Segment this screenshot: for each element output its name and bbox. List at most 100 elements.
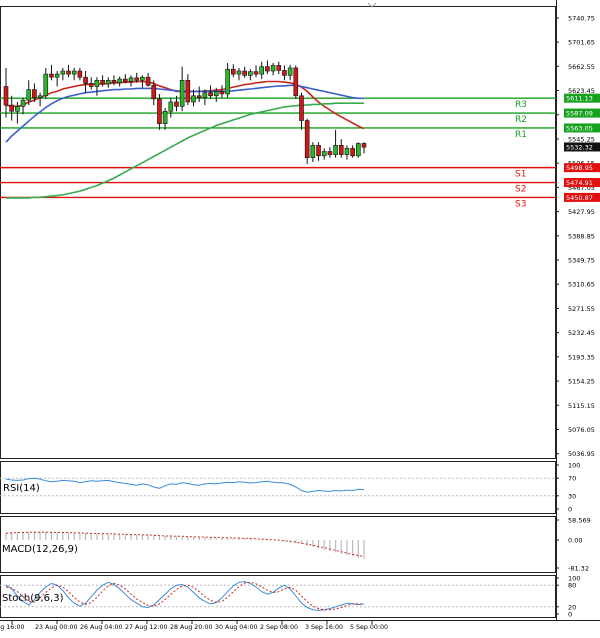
candle-body xyxy=(231,68,236,75)
candle-body xyxy=(134,77,139,81)
time-tick-label: 3 Sep 16:00 xyxy=(305,624,343,631)
macd-tick-label: 58.569 xyxy=(568,517,591,525)
candle-body xyxy=(100,80,105,85)
candle-body xyxy=(236,70,242,75)
level-price-label-s3: 5450.87 xyxy=(566,194,593,202)
level-name-s1: S1 xyxy=(515,170,526,180)
price-tick-label: 5388.85 xyxy=(568,232,595,240)
time-tick-label: 28 Aug 20:00 xyxy=(170,624,212,631)
level-name-r1: R1 xyxy=(515,130,527,140)
candle-body xyxy=(321,151,327,157)
price-tick-label: 5076.05 xyxy=(568,426,595,434)
candle-body xyxy=(248,71,253,76)
candle-body xyxy=(32,89,37,98)
trading-chart: 5740.755701.655662.555623.455584.355545.… xyxy=(0,0,600,631)
candle-body xyxy=(49,73,54,78)
time-tick-label: 30 Aug 04:00 xyxy=(215,624,257,631)
price-tick-label: 5036.95 xyxy=(568,450,595,458)
candle-body xyxy=(225,68,230,95)
level-price-label-s1: 5498.95 xyxy=(566,164,593,172)
candle-body xyxy=(66,70,71,75)
candle-body xyxy=(208,92,213,97)
candle-body xyxy=(43,73,49,97)
candle-body xyxy=(145,76,151,86)
candle-body xyxy=(105,80,111,85)
price-tick-label: 5310.65 xyxy=(568,281,595,289)
candle-body xyxy=(162,110,168,124)
candle-body xyxy=(333,145,338,155)
candle-body xyxy=(123,78,128,82)
candle-body xyxy=(213,91,219,97)
candle-body xyxy=(259,66,265,75)
candle-body xyxy=(185,80,191,103)
panel-frame-rsi xyxy=(0,461,556,514)
candle-body xyxy=(316,145,321,157)
time-tick-label: 23 Aug 00:00 xyxy=(35,624,77,631)
candle-body xyxy=(117,78,122,84)
candle-body xyxy=(179,80,185,107)
price-tick-label: 5349.75 xyxy=(568,257,595,265)
candle-body xyxy=(26,89,32,101)
current-price-label: 5532.32 xyxy=(566,143,593,151)
level-price-label-r3: 5611.13 xyxy=(566,95,593,103)
candle-body xyxy=(219,91,225,95)
candle-body xyxy=(282,70,287,76)
candle-body xyxy=(338,145,344,155)
level-name-s3: S3 xyxy=(515,199,526,209)
panel-frame-macd xyxy=(0,516,556,573)
candle-body xyxy=(157,98,162,124)
level-price-label-s2: 5474.91 xyxy=(566,179,593,187)
panel-frame-stoch xyxy=(0,575,556,618)
candle-body xyxy=(361,143,367,148)
candle-body xyxy=(304,120,310,158)
rsi-tick-label: 100 xyxy=(568,462,580,470)
candle-body xyxy=(128,77,134,82)
candle-body xyxy=(202,92,208,98)
stoch-tick-label: 0 xyxy=(568,611,572,619)
candle-body xyxy=(37,95,43,98)
price-tick-label: 5662.55 xyxy=(568,63,595,71)
macd-tick-label: -81.32 xyxy=(568,565,589,573)
price-tick-label: 5115.15 xyxy=(568,402,595,410)
rsi-tick-label: 0 xyxy=(568,506,572,514)
level-name-r3: R3 xyxy=(515,100,527,110)
candle-body xyxy=(242,70,247,76)
candle-body xyxy=(196,95,202,98)
candle-body xyxy=(3,86,9,106)
price-tick-label: 5232.45 xyxy=(568,329,595,337)
candle-body xyxy=(276,65,282,71)
price-tick-label: 5545.25 xyxy=(568,135,595,143)
time-tick-label: 5 Sep 00:00 xyxy=(350,624,388,631)
time-tick-label: 27 Aug 12:00 xyxy=(125,624,167,631)
level-name-r2: R2 xyxy=(515,115,527,125)
level-name-s2: S2 xyxy=(515,185,526,195)
candle-body xyxy=(60,70,66,75)
candle-body xyxy=(94,80,100,87)
level-price-label-r2: 5587.09 xyxy=(566,110,593,118)
rsi-tick-label: 30 xyxy=(568,492,576,500)
rsi-title: RSI(14) xyxy=(3,483,40,494)
candle-body xyxy=(327,151,333,155)
price-tick-label: 5193.35 xyxy=(568,353,595,361)
candle-body xyxy=(71,70,77,75)
time-tick-label: 2 Aug 16:00 xyxy=(0,624,24,631)
candle-body xyxy=(253,71,259,75)
price-tick-label: 5271.55 xyxy=(568,305,595,313)
macd-tick-label: 0.00 xyxy=(568,537,582,545)
candle-body xyxy=(151,84,157,100)
macd-title: MACD(12,26,9) xyxy=(2,544,78,555)
candle-body xyxy=(15,106,20,112)
stoch-tick-label: 80 xyxy=(568,582,576,590)
candle-body xyxy=(20,99,26,107)
candle-body xyxy=(287,67,293,76)
candle-body xyxy=(265,66,270,72)
candle-body xyxy=(356,143,361,157)
panel-frame-price xyxy=(0,6,556,459)
candle-body xyxy=(54,73,60,78)
price-tick-label: 5701.65 xyxy=(568,39,595,47)
candle-body xyxy=(9,104,14,112)
candle-body xyxy=(191,95,196,103)
candle-body xyxy=(270,65,276,72)
candle-body xyxy=(140,76,145,81)
candle-body xyxy=(299,95,304,121)
